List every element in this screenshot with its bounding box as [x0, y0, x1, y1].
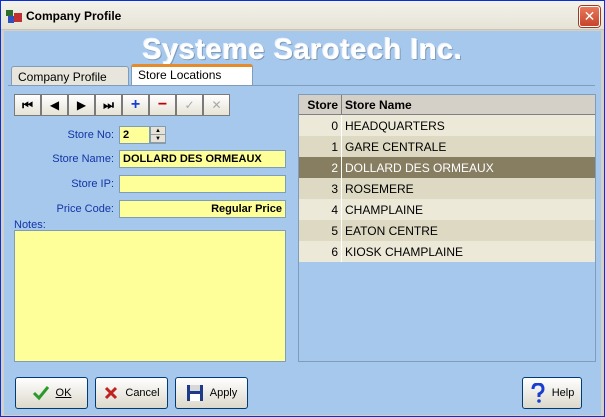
cell-store-no: 0 [299, 115, 342, 136]
prev-record-button[interactable]: ◀ [41, 94, 68, 116]
save-disk-icon [186, 385, 203, 401]
cell-store-name: EATON CENTRE [345, 224, 438, 238]
cell-store-name: CHAMPLAINE [345, 203, 424, 217]
app-icon [5, 8, 23, 24]
ok-label: OK [55, 387, 72, 399]
table-row[interactable]: 2 DOLLARD DES ORMEAUX [299, 157, 595, 178]
table-row[interactable]: 1 GARE CENTRALE [299, 136, 595, 157]
help-label: Help [551, 387, 575, 399]
cell-store-name: DOLLARD DES ORMEAUX [345, 161, 494, 175]
table-row[interactable]: 5 EATON CENTRE [299, 220, 595, 241]
cell-store-no: 1 [299, 136, 342, 157]
last-record-button[interactable]: ⏭ [95, 94, 122, 116]
apply-button[interactable]: Apply [175, 377, 248, 409]
column-header-store-name[interactable]: Store Name [342, 95, 595, 114]
store-name-input[interactable]: DOLLARD DES ORMEAUX [119, 150, 286, 168]
cell-store-no: 5 [299, 220, 342, 241]
table-row[interactable]: 3 ROSEMERE [299, 178, 595, 199]
add-record-button[interactable]: + [122, 94, 149, 116]
price-code-select[interactable]: Regular Price [119, 200, 286, 218]
cell-store-name: HEADQUARTERS [345, 119, 445, 133]
ok-button[interactable]: OK [15, 377, 88, 409]
client-area: Systeme Sarotech Inc. Company Profile St… [4, 31, 601, 415]
cell-store-no: 2 [299, 157, 342, 178]
cell-store-no: 4 [299, 199, 342, 220]
delete-record-button[interactable]: − [149, 94, 176, 116]
cancel-label: Cancel [125, 387, 160, 399]
help-question-icon [531, 383, 545, 403]
company-profile-window: Company Profile ✕ Systeme Sarotech Inc. … [0, 0, 605, 417]
store-no-label: Store No: [67, 129, 114, 141]
spin-up-icon[interactable]: ▲ [151, 127, 165, 135]
store-ip-input[interactable] [119, 175, 286, 193]
cell-store-name: GARE CENTRALE [345, 140, 447, 154]
tab-store-locations[interactable]: Store Locations [131, 64, 253, 86]
check-icon [32, 386, 49, 401]
spin-down-icon[interactable]: ▼ [151, 135, 165, 143]
record-navigator: ⏮ ◀ ▶ ⏭ + − ✓ ✕ [14, 94, 230, 116]
cell-store-no: 3 [299, 178, 342, 199]
cancel-record-button[interactable]: ✕ [203, 94, 230, 116]
grid-header: Store Store Name [299, 95, 595, 115]
cell-store-name: KIOSK CHAMPLAINE [345, 245, 464, 259]
next-record-button[interactable]: ▶ [68, 94, 95, 116]
cell-store-name: ROSEMERE [345, 182, 414, 196]
first-record-button[interactable]: ⏮ [14, 94, 41, 116]
column-header-store[interactable]: Store [299, 95, 342, 114]
window-title: Company Profile [26, 9, 122, 23]
table-row[interactable]: 4 CHAMPLAINE [299, 199, 595, 220]
store-no-spinner[interactable]: ▲ ▼ [150, 126, 166, 144]
cancel-button[interactable]: Cancel [95, 377, 168, 409]
company-banner: Systeme Sarotech Inc. [142, 34, 463, 66]
store-locations-panel: ⏮ ◀ ▶ ⏭ + − ✓ ✕ Store No: 2 ▲ ▼ Store Na… [8, 85, 596, 372]
help-button[interactable]: Help [522, 377, 582, 409]
table-row[interactable]: 6 KIOSK CHAMPLAINE [299, 241, 595, 262]
close-button[interactable]: ✕ [579, 6, 600, 27]
notes-textarea[interactable] [14, 230, 286, 362]
store-name-label: Store Name: [52, 153, 114, 165]
store-ip-label: Store IP: [71, 178, 114, 190]
table-row[interactable]: 0 HEADQUARTERS [299, 115, 595, 136]
x-icon [105, 386, 118, 400]
tab-company-profile[interactable]: Company Profile [11, 66, 129, 85]
cell-store-no: 6 [299, 241, 342, 262]
grid-rows: 0 HEADQUARTERS 1 GARE CENTRALE 2 DOLLARD DES … [299, 115, 595, 262]
store-no-input[interactable]: 2 [119, 126, 150, 144]
price-code-label: Price Code: [56, 203, 114, 215]
post-record-button[interactable]: ✓ [176, 94, 203, 116]
title-bar[interactable]: Company Profile ✕ [1, 1, 604, 30]
apply-label: Apply [209, 387, 238, 399]
store-grid: Store Store Name 0 HEADQUARTERS 1 GARE CENT… [298, 94, 596, 362]
